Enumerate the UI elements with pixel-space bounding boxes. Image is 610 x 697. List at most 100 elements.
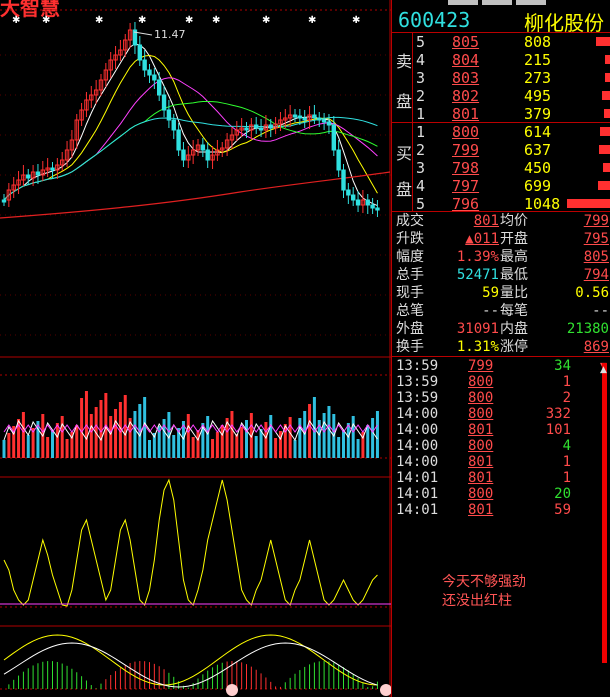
stat-label: 均价 — [500, 213, 528, 229]
volume-bar — [351, 416, 355, 458]
tick-row[interactable]: 14:00 801 1 — [392, 454, 610, 470]
candle-body — [341, 169, 346, 191]
volume-bar — [148, 440, 151, 458]
candle-body — [297, 115, 303, 119]
order-price[interactable]: 799 — [452, 141, 479, 159]
order-price[interactable]: 802 — [452, 87, 479, 105]
tick-row[interactable]: 13:5979934▼ — [392, 358, 610, 374]
stock-code[interactable]: 600423 — [398, 8, 470, 32]
stat-label: 总手 — [396, 267, 424, 283]
buy-level-4[interactable]: 4 797 699 — [392, 177, 610, 195]
stat-value: 869 — [583, 339, 609, 355]
tick-row[interactable]: 14:01 800 20 — [392, 486, 610, 502]
volume-bar — [26, 435, 30, 458]
moving-average-lines — [0, 43, 391, 219]
volume-bar — [215, 432, 219, 458]
tick-volume: 1 — [562, 454, 571, 470]
sell-level-5[interactable]: 5 805 808 — [392, 33, 610, 51]
volume-bar — [133, 411, 137, 458]
stat-value: 1.39% — [456, 249, 499, 265]
indicator-panel-1 — [0, 478, 391, 607]
order-volume: 379 — [524, 105, 552, 123]
candle-body — [312, 114, 317, 119]
order-price[interactable]: 805 — [452, 33, 479, 51]
tick-row[interactable]: 14:01 801 1 — [392, 470, 610, 486]
candle-body — [375, 207, 380, 211]
order-volume-bar — [599, 127, 610, 136]
tick-row[interactable]: 14:00 801 101 — [392, 422, 610, 438]
tick-price: 800 — [468, 374, 494, 390]
tick-scrollbar[interactable]: ▲ — [599, 363, 610, 683]
tick-row[interactable]: 13:59 800 1 — [392, 374, 610, 390]
candle-body — [355, 199, 361, 206]
volume-bar — [230, 411, 234, 458]
candle-body — [157, 79, 162, 96]
event-marker: ✱ — [95, 15, 103, 26]
buy-level-3[interactable]: 3 798 450 — [392, 159, 610, 177]
order-price[interactable]: 801 — [452, 105, 479, 123]
tick-price: 801 — [468, 454, 494, 470]
volume-bar — [211, 439, 215, 458]
signal-face-icon — [226, 684, 238, 696]
indicator-panel-2 — [3, 634, 391, 696]
order-level: 2 — [416, 87, 426, 105]
volume-bar — [186, 414, 190, 458]
tick-volume: 20 — [554, 486, 571, 502]
sell-level-3[interactable]: 3 803 273 — [392, 69, 610, 87]
order-price[interactable]: 804 — [452, 51, 479, 69]
volume-bar — [109, 416, 113, 458]
stat-value: 794 — [583, 267, 609, 283]
order-price[interactable]: 800 — [452, 123, 479, 141]
candle-body — [1, 199, 7, 203]
candle-body — [336, 149, 341, 171]
sell-level-2[interactable]: 2 802 495 — [392, 87, 610, 105]
tick-row[interactable]: 14:00 800 332 — [392, 406, 610, 422]
order-price[interactable]: 803 — [452, 69, 479, 87]
order-price[interactable]: 798 — [452, 159, 479, 177]
oscillator-line — [3, 478, 378, 607]
tick-time: 14:01 — [396, 470, 439, 486]
stat-row: 升跌 ▲011 开盘 795 — [392, 230, 610, 248]
candle-body — [171, 119, 176, 131]
top-event-markers: ✱ ✱ ✱ ✱ ✱ ✱ ✱ ✱ ✱ — [12, 15, 360, 26]
order-volume-bar — [602, 163, 610, 172]
candle-body — [321, 119, 327, 123]
stat-label: 每笔 — [500, 303, 528, 319]
buy-level-1[interactable]: 1 800 614 — [392, 123, 610, 141]
stat-value: 805 — [583, 249, 609, 265]
volume-bar — [269, 415, 273, 458]
candle-body — [152, 74, 157, 81]
volume-bar — [366, 425, 370, 458]
candle-body — [244, 127, 249, 131]
tick-time: 14:01 — [396, 486, 439, 502]
stat-row: 现手 59 量比 0.56 — [392, 284, 610, 302]
kline-chart-area[interactable]: ✱ ✱ ✱ ✱ ✱ ✱ ✱ ✱ ✱ 11.47 — [0, 0, 391, 697]
tick-row[interactable]: 14:01 801 59 — [392, 502, 610, 518]
order-price[interactable]: 797 — [452, 177, 479, 195]
volume-bar — [298, 418, 302, 458]
tick-volume: 101 — [545, 422, 571, 438]
tick-row[interactable]: 13:59 800 2 — [392, 390, 610, 406]
sell-level-1[interactable]: 1 801 379 — [392, 105, 610, 123]
volume-bar — [264, 422, 268, 458]
stat-value: 52471 — [456, 267, 499, 283]
order-level: 4 — [416, 177, 426, 195]
order-volume: 808 — [524, 33, 552, 51]
tick-volume: 332 — [545, 406, 571, 422]
buy-level-2[interactable]: 2 799 637 — [392, 141, 610, 159]
stat-label: 最高 — [500, 249, 528, 265]
candle-body — [142, 59, 147, 71]
stat-row: 幅度 1.39% 最高 805 — [392, 248, 610, 266]
tick-price: 801 — [468, 470, 494, 486]
order-volume-bar — [602, 91, 610, 100]
order-volume: 273 — [524, 69, 552, 87]
volume-bar — [240, 427, 244, 458]
sell-level-4[interactable]: 4 804 215 — [392, 51, 610, 69]
tick-time: 13:59 — [396, 358, 439, 374]
tick-volume: 1 — [562, 374, 571, 390]
candle-body — [176, 129, 181, 151]
candle-body — [317, 117, 322, 121]
tick-row[interactable]: 14:00 800 4 — [392, 438, 610, 454]
candle-body — [254, 124, 259, 129]
event-marker: ✱ — [42, 15, 50, 26]
